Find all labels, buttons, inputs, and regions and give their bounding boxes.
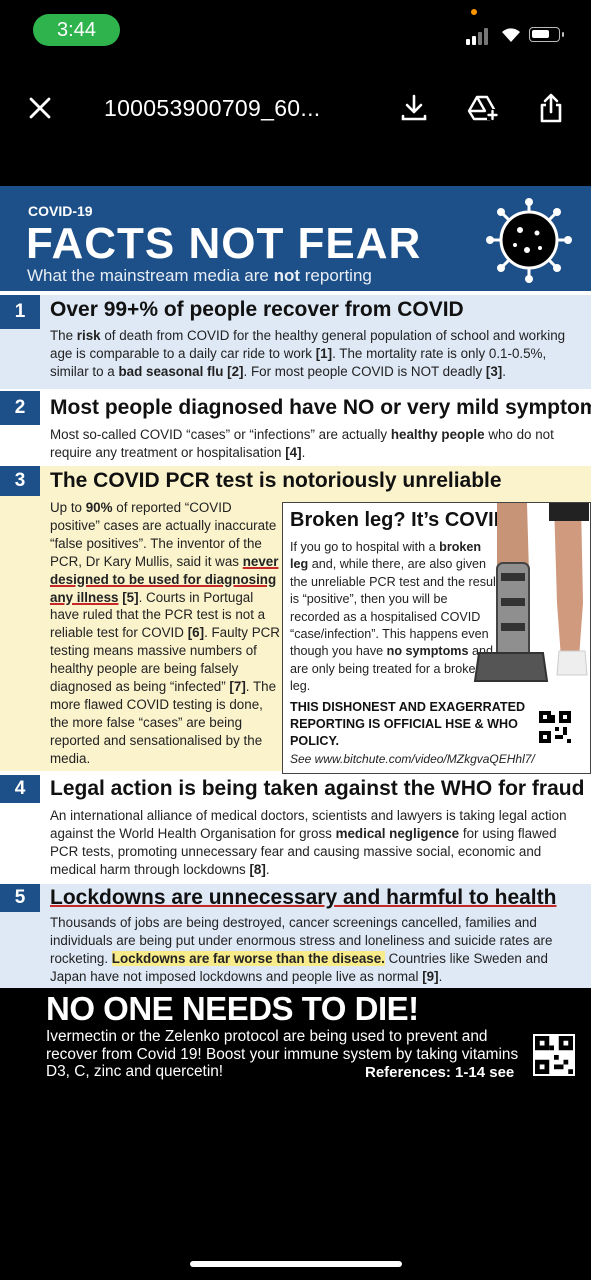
- section-2: 2 Most people diagnosed have NO or very …: [0, 391, 591, 464]
- footer-title: NO ONE NEEDS TO DIE!: [46, 990, 419, 1027]
- add-to-drive-icon[interactable]: [466, 92, 498, 124]
- section-2-number: 2: [0, 391, 40, 425]
- home-indicator[interactable]: [190, 1261, 402, 1267]
- broken-leg-policy: THIS DISHONEST AND EXAGERRATED REPORTING…: [290, 700, 526, 748]
- broken-leg-link: See www.bitchute.com/video/MZkgvaQEHhl7/: [290, 752, 535, 766]
- poster-tag: COVID-19: [28, 203, 93, 219]
- section-4-heading: Legal action is being taken against the …: [50, 777, 585, 800]
- wifi-icon: [502, 28, 520, 42]
- poster-image[interactable]: COVID-19 FACTS NOT FEAR What the mainstr…: [0, 186, 591, 988]
- section-1: 1 Over 99+% of people recover from COVID…: [0, 295, 591, 389]
- status-time[interactable]: 3:44: [33, 14, 120, 46]
- battery-tip: [562, 32, 564, 37]
- section-2-heading: Most people diagnosed have NO or very mi…: [50, 396, 591, 419]
- section-5-heading: Lockdowns are unnecessary and harmful to…: [50, 886, 557, 909]
- leg-cast-image: [473, 503, 589, 682]
- footer-qr-code-icon: [533, 1034, 575, 1076]
- qr-code-icon: [539, 711, 571, 743]
- section-3-body: Up to 90% of reported “COVID positive” c…: [50, 500, 280, 766]
- poster-header: COVID-19 FACTS NOT FEAR What the mainstr…: [0, 186, 591, 291]
- close-icon[interactable]: [24, 92, 56, 124]
- virus-icon: [486, 198, 572, 283]
- section-3-number: 3: [0, 466, 40, 496]
- battery-icon: [529, 27, 560, 42]
- footer-references: References: 1-14 see: [365, 1064, 515, 1081]
- section-3-heading: The COVID PCR test is notoriously unreli…: [50, 469, 502, 492]
- section-1-heading: Over 99+% of people recover from COVID: [50, 298, 464, 321]
- recording-dot-icon: [471, 9, 477, 15]
- cellular-signal-icon: [466, 27, 492, 45]
- download-icon[interactable]: [398, 92, 430, 124]
- poster-title: FACTS NOT FEAR: [26, 219, 422, 268]
- viewer-toolbar: 100053900709_60...: [0, 78, 591, 138]
- section-4-body: An international alliance of medical doc…: [50, 808, 567, 877]
- document-title: 100053900709_60...: [104, 95, 321, 121]
- poster-subtitle: What the mainstream media are not report…: [27, 266, 372, 285]
- section-5-number: 5: [0, 884, 40, 912]
- section-4: 4 Legal action is being taken against th…: [0, 775, 591, 882]
- section-5-body: Thousands of jobs are being destroyed, c…: [50, 915, 553, 984]
- section-5: 5 Lockdowns are unnecessary and harmful …: [0, 884, 591, 988]
- section-2-body: Most so-called COVID “cases” or “infecti…: [50, 427, 554, 460]
- section-1-body: The risk of death from COVID for the hea…: [50, 328, 566, 379]
- broken-leg-box: Broken leg? It’s COVID! If you go to hos…: [282, 502, 591, 774]
- share-icon[interactable]: [535, 92, 567, 124]
- status-bar: 3:44: [0, 0, 591, 60]
- poster-footer: NO ONE NEEDS TO DIE! Ivermectin or the Z…: [0, 988, 591, 1088]
- section-1-number: 1: [0, 295, 40, 329]
- section-4-number: 4: [0, 775, 40, 803]
